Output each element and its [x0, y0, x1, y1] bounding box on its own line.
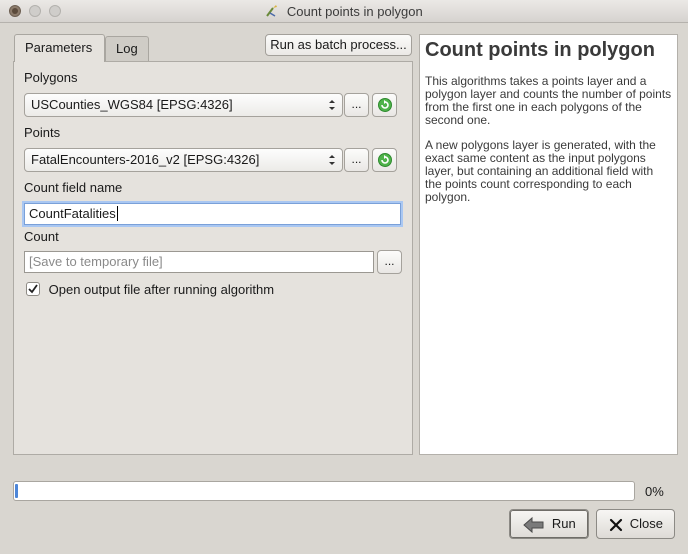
polygons-select[interactable]: USCounties_WGS84 [EPSG:4326]	[24, 93, 343, 117]
count-field-label: Count field name	[24, 180, 123, 195]
points-label: Points	[24, 125, 61, 140]
help-paragraph: This algorithms takes a points layer and…	[425, 74, 672, 127]
progress-bar	[13, 481, 635, 501]
reload-icon	[377, 98, 392, 112]
dialog-window: Count points in polygon Parameters Log R…	[0, 0, 688, 554]
count-field-input[interactable]: CountFatalities	[24, 203, 401, 225]
count-output-placeholder: [Save to temporary file]	[29, 254, 163, 269]
select-arrows-icon	[329, 155, 335, 165]
select-arrows-icon	[329, 100, 335, 110]
parameters-panel: Polygons USCounties_WGS84 [EPSG:4326] ..…	[13, 61, 413, 455]
close-label: Close	[629, 516, 663, 531]
open-output-checkbox[interactable]	[26, 282, 40, 296]
count-output-label: Count	[24, 229, 59, 244]
tab-log[interactable]: Log	[105, 36, 149, 61]
count-output-input[interactable]: [Save to temporary file]	[24, 251, 374, 273]
progress-fill	[15, 484, 18, 498]
close-button[interactable]: Close	[596, 509, 675, 539]
progress-percent: 0%	[645, 484, 664, 499]
help-panel: Count points in polygon This algorithms …	[419, 34, 678, 455]
polygons-reload-button[interactable]	[372, 93, 397, 117]
reload-icon	[377, 153, 392, 167]
qgis-processing-icon	[266, 5, 278, 17]
points-browse-button[interactable]: ...	[344, 148, 369, 172]
title-container: Count points in polygon	[0, 4, 688, 19]
polygons-browse-button[interactable]: ...	[344, 93, 369, 117]
window-title: Count points in polygon	[286, 4, 423, 19]
help-paragraph: A new polygons layer is generated, with …	[425, 138, 656, 204]
points-value: FatalEncounters-2016_v2 [EPSG:4326]	[31, 152, 260, 167]
run-batch-button[interactable]: Run as batch process...	[265, 34, 412, 56]
count-field-value: CountFatalities	[29, 206, 116, 221]
run-arrow-icon	[523, 516, 544, 533]
count-output-browse-button[interactable]: ...	[377, 250, 402, 274]
checkmark-icon	[28, 284, 38, 294]
close-x-icon	[609, 518, 623, 531]
points-reload-button[interactable]	[372, 148, 397, 172]
open-output-row[interactable]: Open output file after running algorithm	[26, 282, 274, 297]
title-bar: Count points in polygon	[0, 0, 688, 23]
help-title: Count points in polygon	[425, 39, 655, 61]
tab-parameters[interactable]: Parameters	[14, 34, 105, 62]
run-label: Run	[551, 516, 576, 531]
polygons-value: USCounties_WGS84 [EPSG:4326]	[31, 97, 233, 112]
open-output-label: Open output file after running algorithm	[48, 282, 275, 297]
run-button[interactable]: Run	[509, 509, 589, 539]
points-select[interactable]: FatalEncounters-2016_v2 [EPSG:4326]	[24, 148, 343, 172]
polygons-label: Polygons	[24, 70, 78, 85]
